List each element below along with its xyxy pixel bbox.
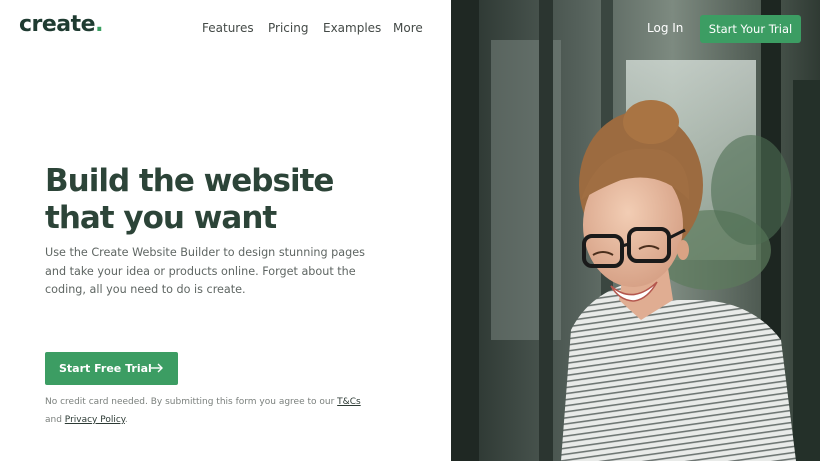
arrow-right-icon: [151, 363, 163, 373]
brand-logo[interactable]: create.: [19, 12, 103, 37]
nav-item-more[interactable]: More: [393, 21, 423, 35]
start-free-trial-button[interactable]: Start Free Trial: [45, 352, 178, 385]
start-your-trial-label: Start Your Trial: [708, 22, 793, 36]
hero-title: Build the website that you want: [45, 163, 334, 236]
hero-photo: [451, 0, 820, 461]
nav-item-examples[interactable]: Examples: [323, 21, 381, 35]
hero-description: Use the Create Website Builder to design…: [45, 246, 365, 296]
fine-print-prefix: No credit card needed. By submitting thi…: [45, 397, 338, 407]
fine-print: No credit card needed. By submitting thi…: [45, 393, 375, 429]
log-in-link[interactable]: Log In: [647, 21, 683, 35]
brand-name: create: [19, 12, 96, 37]
start-your-trial-button[interactable]: Start Your Trial: [700, 15, 801, 43]
fine-print-suffix: .: [124, 415, 128, 425]
nav-item-pricing[interactable]: Pricing: [268, 21, 308, 35]
start-free-trial-label: Start Free Trial: [59, 362, 152, 375]
landing-page: create. Features Pricing Examples More B…: [0, 0, 820, 461]
brand-dot: .: [95, 12, 103, 37]
hero-content-panel: create. Features Pricing Examples More B…: [0, 0, 451, 461]
nav-item-features[interactable]: Features: [202, 21, 254, 35]
terms-link[interactable]: T&Cs: [337, 397, 361, 407]
privacy-policy-link[interactable]: Privacy Policy: [65, 415, 125, 425]
fine-print-and: and: [45, 415, 65, 425]
woman-with-glasses-photo: [451, 0, 820, 461]
